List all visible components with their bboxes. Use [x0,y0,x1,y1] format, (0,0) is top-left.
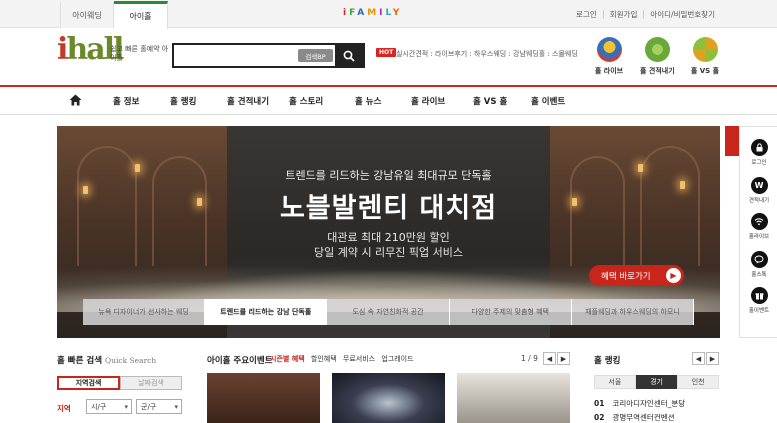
events-next-button[interactable]: ▶ [557,352,570,365]
district-select[interactable]: 군/구 [136,399,182,414]
events-title: 아이홀 주요이벤트 [207,356,273,366]
hot-links[interactable]: 실시간견적 : 라이브후기 : 하우스웨딩 : 강남웨딩홀 : 스몰웨딩 [396,49,578,59]
search-type-dropdown[interactable]: 검색BP [298,49,333,62]
nav-hall-event[interactable]: 홀 이벤트 [531,95,565,107]
city-select[interactable]: 시/구 [86,399,132,414]
hero-banner[interactable]: 트렌드를 리드하는 강남유일 최대규모 단독홀 노블발렌티 대치점 대관료 최대… [57,126,720,338]
sticky-menu: 로그인 W 견적내기 홀라이브 홀스톡 홀이벤트 [739,126,777,338]
login-link[interactable]: 로그인 [570,10,603,19]
ranking-row[interactable]: 01 코리아디자인센터_분당 [594,398,685,409]
hall-live-icon [596,37,622,62]
hero-tabs: 뉴욕 디자이너가 선사하는 웨딩 트렌드를 리드하는 강남 단독홀 도심 속 자… [83,299,695,325]
ranking-next-button[interactable]: ▶ [706,352,719,365]
date-search-tab[interactable]: 날짜검색 [120,376,182,390]
quick-search-title: 홀 빠른 검색 Quick Search [57,356,157,366]
nav-hall-live[interactable]: 홀 라이브 [411,95,445,107]
gift-icon [750,287,768,304]
events-pager: 1 / 9 [521,354,538,363]
nav-hall-estimate[interactable]: 홀 견적내기 [227,95,269,107]
top-bar: 아이웨딩 아이홀 iFAMILY 로그인 회원가입 아이디/비밀번호찾기 [0,0,777,29]
quick-hall-vs[interactable]: 홀 VS 홀 [688,37,722,76]
event-tab-free[interactable]: 무료서비스 [343,355,375,363]
event-tab-discount[interactable]: 할인혜택 [311,355,337,363]
events-prev-button[interactable]: ◀ [543,352,556,365]
ranking-tab-incheon[interactable]: 인천 [677,375,720,389]
signup-link[interactable]: 회원가입 [602,10,644,19]
hall-vs-icon [692,37,718,62]
event-thumbnail-1[interactable] [207,373,320,423]
ranking-tab-seoul[interactable]: 서울 [594,375,636,389]
hero-cta-button[interactable]: 혜택 바로가기 ▶ [589,265,684,286]
won-icon: W [750,177,768,194]
ifamily-logo[interactable]: iFAMILY [343,8,402,18]
tab-ihall[interactable]: 아이홀 [114,1,168,29]
sticky-hall-event[interactable]: 홀이벤트 [740,287,777,314]
sticky-hall-live[interactable]: 홀라이브 [740,213,777,240]
chevron-left-icon: ◀ [546,354,553,363]
nav-hall-story[interactable]: 홀 스토리 [289,95,323,107]
sticky-estimate[interactable]: W 견적내기 [740,177,777,204]
hero-tab-4[interactable]: 다양한 주제의 맞춤형 혜택 [449,299,572,325]
region-label: 지역 [57,404,71,413]
hot-badge: HOT [376,48,397,57]
find-account-link[interactable]: 아이디/비밀번호찾기 [643,10,721,19]
sticky-login[interactable]: 로그인 [740,139,777,166]
chevron-right-icon: ▶ [560,354,567,363]
event-tab-upgrade[interactable]: 업그레이드 [381,355,413,363]
lock-icon [750,139,768,156]
events-tabs: 시즌별 혜택 할인혜택 무료서비스 업그레이드 [270,354,418,364]
hero-service-text: 당일 계약 시 리무진 픽업 서비스 [313,246,464,259]
quick-hall-live[interactable]: 홀 라이브 [592,37,626,76]
hero-subtitle: 트렌드를 리드하는 강남유일 최대규모 단독홀 [285,169,492,182]
ranking-tab-gyeonggi[interactable]: 경기 [635,375,678,389]
ranking-prev-button[interactable]: ◀ [692,352,705,365]
hero-tab-5[interactable]: 채플웨딩과 하우스웨딩의 하모니 [571,299,695,325]
event-thumbnail-3[interactable] [457,373,570,423]
search-box: 검색BP [172,43,365,68]
chevron-right-icon: ▶ [709,354,716,363]
arrow-right-icon: ▶ [666,268,681,283]
nav-hall-vs[interactable]: 홀 VS 홀 [473,95,507,107]
hero-discount-text: 대관료 최대 210만원 할인 [327,231,450,244]
wifi-icon [750,213,768,230]
search-icon [343,50,355,62]
ranking-tabs: 서울 경기 인천 [594,375,720,389]
hero-tab-2[interactable]: 트렌드를 리드하는 강남 단독홀 [205,299,328,325]
main-nav: 홀 정보 홀 랭킹 홀 견적내기 홀 스토리 홀 뉴스 홀 라이브 홀 VS 홀… [0,85,777,115]
nav-hall-news[interactable]: 홀 뉴스 [355,95,381,107]
slogan: 쉽고 빠른 홀예약 아이홀 [110,45,169,62]
sticky-hall-talk[interactable]: 홀스톡 [740,251,777,278]
ranking-title: 홀 랭킹 [594,356,621,366]
region-search-tab[interactable]: 지역검색 [57,376,120,390]
search-button[interactable] [335,45,363,66]
event-tab-season[interactable]: 시즌별 혜택 [270,355,305,363]
tab-iwedding[interactable]: 아이웨딩 [60,2,114,28]
chat-icon [750,251,768,268]
hall-estimate-icon [644,37,670,62]
chevron-left-icon: ◀ [695,354,702,363]
quick-hall-estimate[interactable]: 홀 견적내기 [640,37,675,76]
hero-tab-3[interactable]: 도심 속 자연친화적 공간 [327,299,450,325]
hero-tab-1[interactable]: 뉴욕 디자이너가 선사하는 웨딩 [83,299,206,325]
nav-hall-info[interactable]: 홀 정보 [113,95,139,107]
top-links: 로그인 회원가입 아이디/비밀번호찾기 [570,10,721,19]
nav-hall-ranking[interactable]: 홀 랭킹 [170,95,196,107]
home-icon[interactable] [69,94,82,106]
search-input[interactable] [178,48,294,63]
ranking-row[interactable]: 02 광명무역센터컨벤션 [594,412,675,423]
sticky-accent [725,126,739,156]
hero-title: 노블발렌티 대치점 [279,193,498,224]
event-thumbnail-2[interactable] [332,373,445,423]
